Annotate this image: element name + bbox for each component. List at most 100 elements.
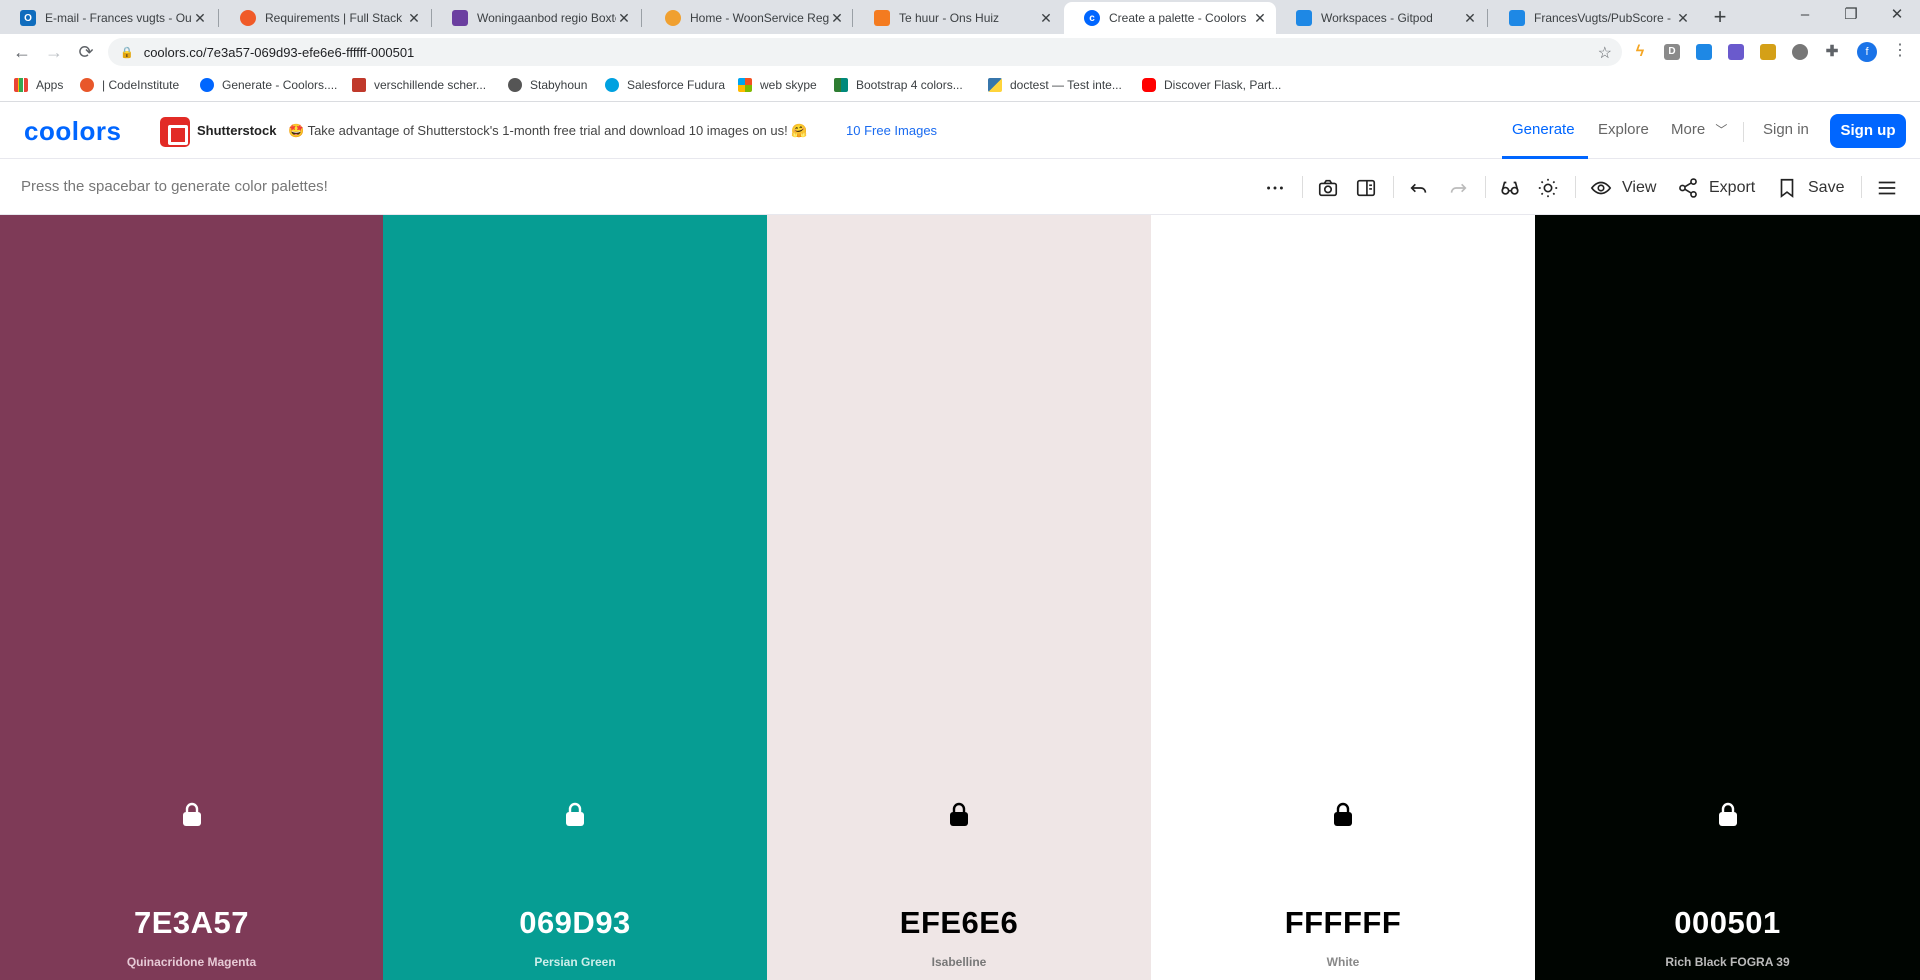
lock-icon[interactable]	[563, 801, 587, 827]
bookmark-item[interactable]: | CodeInstitute	[80, 78, 179, 92]
bookmark-label: Apps	[36, 78, 64, 92]
salesforce-cloud-icon	[605, 78, 619, 92]
bookmark-item[interactable]: Stabyhoun	[508, 78, 587, 92]
close-icon[interactable]: ✕	[1675, 10, 1691, 27]
ruler-extension-icon[interactable]	[1760, 44, 1776, 60]
bookmark-page-icon	[352, 78, 366, 92]
back-button[interactable]: ←	[8, 38, 36, 66]
sign-up-button[interactable]: Sign up	[1830, 114, 1906, 148]
bookmarks-bar: Apps | CodeInstitute Generate - Coolors.…	[0, 70, 1920, 102]
save-button[interactable]: Save	[1776, 174, 1844, 202]
color-swatch[interactable]: 069D93 Persian Green	[383, 215, 767, 980]
browser-tab[interactable]: Requirements | Full Stack Fr ✕	[220, 2, 430, 34]
puzzle-extensions-icon[interactable]: ✚	[1824, 44, 1840, 60]
bookmark-item[interactable]: web skype	[738, 78, 817, 92]
redo-button[interactable]	[1447, 174, 1469, 202]
nav-explore[interactable]: Explore	[1598, 121, 1649, 138]
bookmark-label: | CodeInstitute	[102, 78, 180, 92]
close-icon[interactable]: ✕	[1252, 10, 1268, 27]
view-button[interactable]: View	[1590, 174, 1656, 202]
save-label: Save	[1808, 179, 1845, 196]
close-icon[interactable]: ✕	[1038, 10, 1054, 27]
hex-code[interactable]: 7E3A57	[0, 905, 383, 941]
side-panel-button[interactable]	[1355, 174, 1377, 202]
close-icon[interactable]: ✕	[406, 10, 422, 27]
close-icon[interactable]: ✕	[1462, 10, 1478, 27]
browser-tab[interactable]: O E-mail - Frances vugts - Outl ✕	[0, 2, 216, 34]
adjust-palette-button[interactable]	[1537, 174, 1559, 202]
undo-icon	[1410, 183, 1427, 193]
coolors-logo[interactable]: coolors	[24, 116, 121, 147]
close-icon[interactable]: ✕	[192, 10, 208, 27]
lock-icon[interactable]	[1331, 801, 1355, 827]
tab-title: Requirements | Full Stack Fr	[265, 11, 406, 25]
color-blindness-button[interactable]	[1499, 174, 1521, 202]
color-swatch[interactable]: 000501 Rich Black FOGRA 39	[1535, 215, 1920, 980]
hex-code[interactable]: FFFFFF	[1151, 905, 1535, 941]
close-icon[interactable]: ✕	[616, 10, 632, 27]
bookmark-label: doctest — Test inte...	[1010, 78, 1122, 92]
minimize-button[interactable]: –	[1782, 0, 1828, 34]
d-extension-icon[interactable]: D	[1664, 44, 1680, 60]
menu-button[interactable]	[1876, 174, 1898, 202]
color-name[interactable]: Rich Black FOGRA 39	[1535, 955, 1920, 969]
bookmark-star-icon[interactable]: ☆	[1598, 43, 1612, 63]
undo-button[interactable]	[1408, 174, 1430, 202]
close-icon[interactable]: ✕	[829, 10, 845, 27]
export-button[interactable]: Export	[1677, 174, 1755, 202]
color-name[interactable]: Persian Green	[383, 955, 767, 969]
bookmark-label: Bootstrap 4 colors...	[856, 78, 963, 92]
bookmark-item[interactable]: Salesforce Fudura	[605, 78, 725, 92]
bookmark-item[interactable]: Generate - Coolors....	[200, 78, 337, 92]
gitpod-extension-icon[interactable]	[1696, 44, 1712, 60]
lock-icon[interactable]	[180, 801, 204, 827]
more-options-button[interactable]	[1264, 174, 1286, 202]
color-name[interactable]: Quinacridone Magenta	[0, 955, 383, 969]
sign-in-link[interactable]: Sign in	[1763, 121, 1809, 138]
bookmark-item[interactable]: doctest — Test inte...	[988, 78, 1122, 92]
bookmark-item[interactable]: Discover Flask, Part...	[1142, 78, 1281, 92]
color-name[interactable]: White	[1151, 955, 1535, 969]
gitpod-icon	[1296, 10, 1312, 26]
new-tab-button[interactable]: +	[1706, 4, 1734, 32]
circle-extension-icon[interactable]	[1792, 44, 1808, 60]
browser-tab[interactable]: Te huur - Ons Huiz ✕	[854, 2, 1062, 34]
codeinstitute-icon	[240, 10, 256, 26]
color-swatch[interactable]: EFE6E6 Isabelline	[767, 215, 1151, 980]
free-images-link[interactable]: 10 Free Images	[846, 123, 937, 138]
nav-more[interactable]: More ﹀	[1671, 121, 1727, 138]
view-label: View	[1622, 179, 1657, 196]
sponsor-name[interactable]: Shutterstock	[197, 123, 276, 138]
browser-tab[interactable]: Workspaces - Gitpod ✕	[1276, 2, 1486, 34]
bookmark-apps[interactable]: Apps	[14, 78, 63, 92]
bookmark-item[interactable]: Bootstrap 4 colors...	[834, 78, 963, 92]
forward-button[interactable]: →	[40, 38, 68, 66]
restore-button[interactable]: ❐	[1828, 0, 1874, 34]
lock-icon[interactable]	[947, 801, 971, 827]
address-bar[interactable]: 🔒 coolors.co/7e3a57-069d93-efe6e6-ffffff…	[108, 38, 1622, 66]
lightning-extension-icon[interactable]: ϟ	[1632, 44, 1648, 60]
color-name[interactable]: Isabelline	[767, 955, 1151, 969]
hugging-emoji-icon: 🤗	[791, 123, 808, 138]
lock-icon[interactable]	[1716, 801, 1740, 827]
bookmark-item[interactable]: verschillende scher...	[352, 78, 486, 92]
color-swatch[interactable]: FFFFFF White	[1151, 215, 1535, 980]
color-swatch[interactable]: 7E3A57 Quinacridone Magenta	[0, 215, 383, 980]
reload-button[interactable]: ⟳	[72, 38, 100, 66]
browser-menu-icon[interactable]: ⋮	[1892, 40, 1908, 60]
tab-title: E-mail - Frances vugts - Outl	[45, 11, 192, 25]
browser-tab[interactable]: Woningaanbod regio Boxte ✕	[432, 2, 640, 34]
shutterstock-logo-icon[interactable]	[160, 117, 190, 147]
window-close-button[interactable]: ✕	[1874, 0, 1920, 34]
tab-divider	[218, 9, 219, 27]
hex-code[interactable]: 069D93	[383, 905, 767, 941]
profile-avatar[interactable]: f	[1857, 42, 1877, 62]
browser-tab[interactable]: Home - WoonService Regio ✕	[645, 2, 853, 34]
nav-generate[interactable]: Generate	[1512, 121, 1575, 138]
hex-code[interactable]: EFE6E6	[767, 905, 1151, 941]
browser-tab[interactable]: FrancesVugts/PubScore - m ✕	[1489, 2, 1699, 34]
unicorn-extension-icon[interactable]	[1728, 44, 1744, 60]
hex-code[interactable]: 000501	[1535, 905, 1920, 941]
camera-button[interactable]	[1317, 174, 1339, 202]
browser-tab-active[interactable]: c Create a palette - Coolors ✕	[1064, 2, 1276, 34]
